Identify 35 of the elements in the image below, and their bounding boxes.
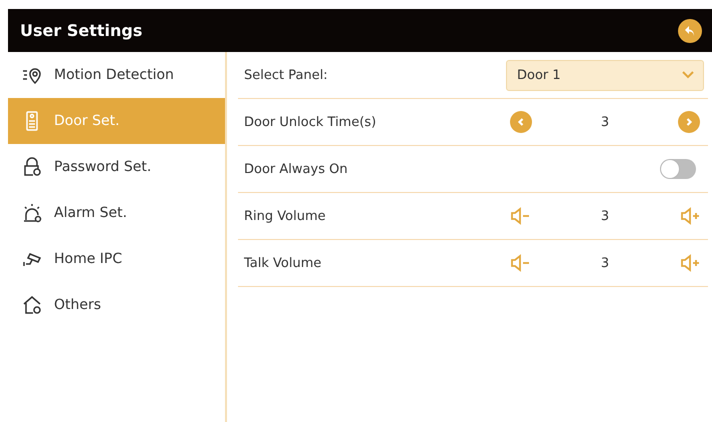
setting-label: Door Always On (243, 162, 349, 176)
return-arrow-icon (684, 24, 696, 36)
volume-down-icon (510, 254, 530, 272)
panel-dropdown[interactable]: Door 1 (506, 60, 704, 90)
volume-up-button[interactable] (680, 254, 700, 272)
sidebar-item-label: Password Set. (54, 159, 152, 175)
sidebar-item-label: Door Set. (54, 113, 120, 129)
alarm-light-icon (22, 203, 42, 223)
back-button[interactable] (678, 18, 702, 42)
increase-button[interactable] (678, 111, 700, 133)
sidebar-item-label: Motion Detection (54, 67, 174, 83)
toggle-switch[interactable] (660, 159, 696, 179)
value-text: 3 (600, 208, 610, 224)
page-title: User Settings (20, 21, 142, 40)
sidebar-item-label: Others (54, 297, 102, 313)
volume-down-button[interactable] (510, 207, 530, 225)
chevron-down-icon (682, 71, 694, 79)
volume-down-icon (510, 207, 530, 225)
sidebar-item-label: Home IPC (54, 251, 122, 267)
value-text: 3 (600, 114, 610, 130)
volume-up-button[interactable] (680, 207, 700, 225)
decrease-button[interactable] (510, 111, 532, 133)
lock-gear-icon (22, 157, 42, 177)
volume-down-button[interactable] (510, 254, 530, 272)
setting-label: Talk Volume (243, 256, 322, 270)
chevron-left-icon (516, 117, 526, 127)
volume-up-icon (680, 207, 700, 225)
setting-label: Select Panel: (243, 68, 329, 82)
home-gear-icon (22, 295, 42, 315)
setting-label: Ring Volume (243, 208, 327, 224)
setting-label: Door Unlock Time(s) (243, 114, 378, 130)
volume-up-icon (680, 254, 700, 272)
value-text: 3 (600, 256, 610, 270)
sidebar-item-label: Alarm Set. (54, 205, 128, 221)
chevron-right-icon (684, 117, 694, 127)
